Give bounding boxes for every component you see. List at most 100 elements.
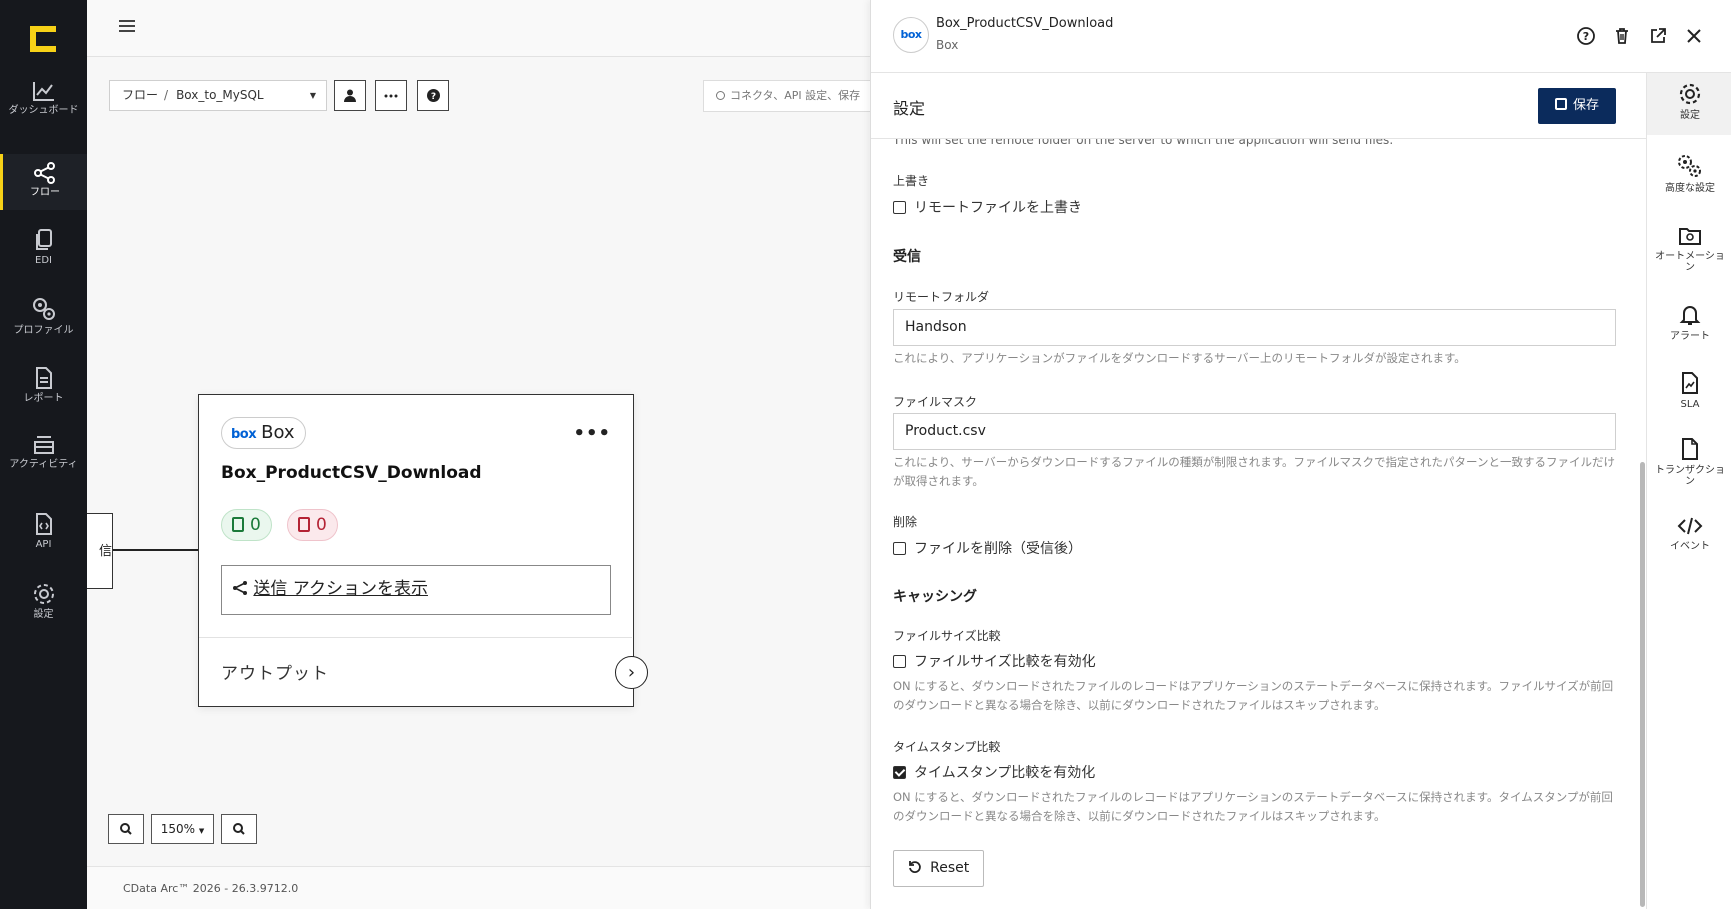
scrollbar-thumb[interactable] (1640, 462, 1645, 907)
nav-flow[interactable]: フロー (0, 154, 87, 210)
overwrite-checkbox-box[interactable] (893, 201, 906, 214)
settings-icon (33, 584, 54, 604)
file-mask-help: これにより、サーバーからダウンロードするファイルの種類が制限されます。ファイルマ… (893, 455, 1615, 488)
connector-settings-panel: box Box_ProductCSV_Download Box ? 設定 保存 … (870, 0, 1731, 909)
delete-checkbox-box[interactable] (893, 542, 906, 555)
nav-settings[interactable]: 設定 (0, 582, 87, 646)
connector-type-label: Box (261, 422, 295, 443)
version-text: CData Arc™ 2026 - 26.3.9712.0 (123, 882, 299, 895)
transaction-file-icon (1682, 438, 1698, 460)
help-button[interactable]: ? (417, 80, 449, 111)
svg-text:?: ? (1583, 30, 1589, 43)
filesize-compare-help: ON にすると、ダウンロードされたファイルのレコードはアプリケーションのステート… (893, 679, 1614, 712)
show-send-action-button[interactable]: 送信 アクションを表示 (221, 565, 611, 615)
nav-edi-label: EDI (35, 255, 52, 266)
tab-events[interactable]: イベント (1647, 515, 1731, 552)
share-icon (233, 581, 247, 595)
app-logo[interactable] (30, 26, 56, 52)
tab-automation[interactable]: オートメーション (1647, 225, 1731, 273)
file-mask-label: ファイルマスク (893, 395, 978, 409)
node-menu-button[interactable]: ••• (573, 423, 611, 444)
reset-icon (908, 861, 921, 873)
tab-alerts-label: アラート (1670, 331, 1710, 342)
search-placeholder: コネクタ、API 設定、保存 (730, 89, 861, 102)
connector-search-input[interactable]: コネクタ、API 設定、保存 (703, 80, 870, 112)
timestamp-checkbox-box[interactable] (893, 766, 906, 779)
flow-icon (34, 162, 55, 184)
remote-folder-help: これにより、アプリケーションがファイルをダウンロードするサーバー上のリモートフォ… (893, 351, 1466, 365)
sla-icon (1682, 372, 1698, 394)
zoom-level-value: 150% (160, 822, 196, 836)
tab-transactions-label: トランザクション (1655, 465, 1725, 487)
hamburger-menu-icon[interactable] (119, 20, 135, 34)
tab-automation-label: オートメーション (1655, 251, 1725, 273)
more-options-button[interactable] (375, 80, 407, 111)
connector-type: Box (936, 38, 959, 52)
user-button[interactable] (334, 80, 366, 111)
error-count-badge[interactable]: 0 (287, 509, 338, 541)
ellipsis-icon (384, 94, 398, 97)
settings-tab-strip: 設定 高度な設定 オートメーション アラート SLA トランザクション イベント (1646, 73, 1731, 909)
tab-settings[interactable]: 設定 (1647, 73, 1731, 135)
help-icon[interactable]: ? (1576, 26, 1596, 46)
chevron-down-icon: ▼ (198, 827, 205, 835)
nav-flow-label: フロー (30, 187, 60, 198)
file-mask-input[interactable]: Product.csv (893, 413, 1616, 450)
chevron-right-icon: › (627, 662, 636, 683)
left-nav: ダッシュボード フロー EDI プロファイル レポート アクティビティ API … (0, 0, 87, 909)
breadcrumb-current-flow: Box_to_MySQL (176, 88, 264, 102)
tab-transactions[interactable]: トランザクション (1647, 437, 1731, 487)
timestamp-checkbox-label: タイムスタンプ比較を有効化 (914, 765, 1096, 781)
timestamp-compare-checkbox[interactable]: タイムスタンプ比較を有効化 (893, 762, 1095, 782)
connector-name: Box_ProductCSV_Download (936, 16, 1114, 31)
close-icon[interactable] (1684, 26, 1704, 46)
nav-activity-label: アクティビティ (9, 459, 78, 470)
nav-dashboard[interactable]: ダッシュボード (0, 80, 87, 144)
flow-node-card[interactable]: box Box ••• Box_ProductCSV_Download 0 0 送… (198, 394, 634, 707)
overwrite-checkbox[interactable]: リモートファイルを上書き (893, 197, 1082, 217)
breadcrumb-root[interactable]: フロー (122, 88, 158, 102)
nav-dashboard-label: ダッシュボード (8, 105, 79, 116)
tab-sla-label: SLA (1680, 399, 1700, 410)
external-link-icon[interactable] (1648, 26, 1668, 46)
nav-profile[interactable]: プロファイル (0, 296, 87, 360)
remote-folder-input[interactable]: Handson (893, 309, 1616, 346)
output-label: アウトプット (221, 664, 329, 684)
zoom-in-button[interactable] (108, 814, 144, 844)
zoom-out-button[interactable] (221, 814, 257, 844)
user-icon (344, 89, 356, 102)
nav-edi[interactable]: EDI (0, 228, 87, 292)
save-button[interactable]: 保存 (1538, 88, 1616, 124)
filesize-compare-checkbox[interactable]: ファイルサイズ比較を有効化 (893, 651, 1096, 671)
profile-icon (32, 298, 55, 320)
nav-activity[interactable]: アクティビティ (0, 434, 87, 506)
connector-type-badge: box Box (221, 417, 306, 449)
tab-alerts[interactable]: アラート (1647, 303, 1731, 342)
nav-report-label: レポート (23, 393, 64, 404)
gear-icon (1679, 83, 1701, 105)
filesize-checkbox-label: ファイルサイズ比較を有効化 (914, 654, 1096, 670)
bell-icon (1679, 306, 1701, 325)
flow-breadcrumb[interactable]: フロー / Box_to_MySQL ▼ (109, 80, 327, 111)
caching-section-title: キャッシング (893, 589, 977, 605)
tab-sla[interactable]: SLA (1647, 371, 1731, 410)
timestamp-compare-label: タイムスタンプ比較 (893, 740, 1001, 754)
tab-settings-label: 設定 (1680, 110, 1700, 121)
reset-button[interactable]: Reset (893, 850, 984, 887)
previous-node[interactable]: 信 (87, 513, 113, 589)
filesize-compare-label: ファイルサイズ比較 (893, 629, 1001, 643)
zoom-level-select[interactable]: 150% ▼ (151, 814, 214, 844)
tab-advanced-settings[interactable]: 高度な設定 (1647, 153, 1731, 194)
delete-checkbox[interactable]: ファイルを削除（受信後） (893, 538, 1082, 558)
output-port-button[interactable]: › (615, 656, 648, 689)
success-count-badge[interactable]: 0 (221, 509, 272, 541)
trash-icon[interactable] (1612, 26, 1632, 46)
zoom-out-icon (233, 823, 245, 835)
help-circle-icon: ? (426, 89, 440, 102)
nav-report[interactable]: レポート (0, 366, 87, 430)
nav-api[interactable]: API (0, 512, 87, 576)
zoom-in-icon (120, 823, 132, 835)
filesize-checkbox-box[interactable] (893, 655, 906, 668)
automation-folder-icon (1679, 228, 1701, 245)
send-action-label: 送信 アクションを表示 (253, 579, 428, 599)
